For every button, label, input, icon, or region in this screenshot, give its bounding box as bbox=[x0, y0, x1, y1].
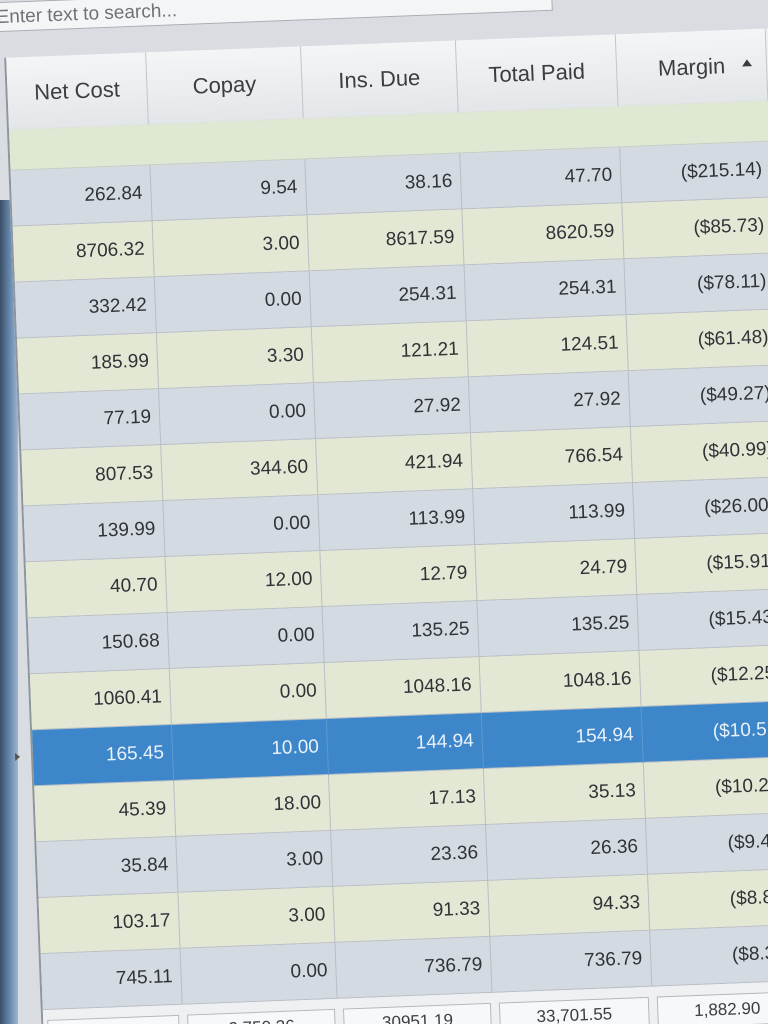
cell-margin[interactable]: ($15.43) bbox=[637, 589, 768, 651]
row-indicator-icon bbox=[14, 752, 21, 761]
cell-total-paid[interactable]: 94.33 bbox=[488, 874, 651, 937]
cell-ins-due[interactable]: 38.16 bbox=[305, 153, 463, 216]
cell-copay[interactable]: 0.00 bbox=[163, 495, 321, 558]
cell-ins-due[interactable]: 113.99 bbox=[318, 489, 476, 552]
cell-margin[interactable]: ($85.73) bbox=[622, 197, 768, 260]
cell-ins-due[interactable]: 254.31 bbox=[309, 265, 467, 328]
cell-copay[interactable]: 3.00 bbox=[152, 215, 310, 278]
column-header-label: Copay bbox=[192, 71, 257, 99]
cell-ins-due[interactable]: 27.92 bbox=[313, 377, 471, 440]
column-header-ins-due[interactable]: Ins. Due bbox=[301, 40, 459, 119]
screen: Net Cost Copay Ins. Due Total Paid Margi… bbox=[0, 0, 768, 1024]
cell-net-cost[interactable]: 45.39 bbox=[34, 780, 177, 843]
cell-margin[interactable]: ($10.51) bbox=[641, 701, 768, 763]
cell-net-cost[interactable]: 807.53 bbox=[21, 445, 164, 507]
cell-ins-due[interactable]: 8617.59 bbox=[307, 209, 465, 272]
cell-total-paid[interactable]: 35.13 bbox=[483, 762, 646, 825]
total-margin: 1,882.90 bbox=[656, 991, 768, 1024]
cell-net-cost[interactable]: 77.19 bbox=[19, 389, 162, 451]
cell-copay[interactable]: 3.00 bbox=[176, 830, 334, 893]
cell-copay[interactable]: 344.60 bbox=[161, 439, 319, 502]
cell-copay[interactable]: 10.00 bbox=[171, 718, 329, 781]
cell-total-paid[interactable]: 24.79 bbox=[475, 539, 638, 602]
cell-ins-due[interactable]: 91.33 bbox=[333, 880, 491, 943]
cell-net-cost[interactable]: 8706.32 bbox=[12, 221, 155, 283]
cell-net-cost[interactable]: 35.84 bbox=[36, 836, 179, 899]
cell-net-cost[interactable]: 1060.41 bbox=[29, 668, 172, 731]
cell-net-cost[interactable]: 103.17 bbox=[38, 892, 181, 955]
column-header-copay[interactable]: Copay bbox=[146, 46, 304, 125]
column-header-label: Ins. Due bbox=[337, 64, 421, 94]
cell-total-paid[interactable]: 26.36 bbox=[486, 818, 649, 881]
total-paid: 33,701.55 bbox=[498, 996, 650, 1024]
cell-total-paid[interactable]: 766.54 bbox=[470, 427, 634, 490]
cell-total-paid[interactable]: 154.94 bbox=[481, 706, 644, 769]
column-header-net-cost[interactable]: Net Cost bbox=[6, 52, 149, 130]
search-input[interactable] bbox=[0, 0, 517, 31]
cell-margin[interactable]: ($215.14) bbox=[620, 141, 768, 204]
cell-margin[interactable]: ($8.32) bbox=[650, 924, 768, 987]
cell-net-cost[interactable]: 332.42 bbox=[14, 277, 157, 339]
cell-net-cost[interactable]: 40.70 bbox=[25, 557, 168, 619]
cell-copay[interactable]: 0.00 bbox=[169, 663, 327, 725]
cell-total-paid[interactable]: 113.99 bbox=[473, 483, 636, 546]
cell-margin[interactable]: ($40.99) bbox=[630, 421, 768, 484]
cell-ins-due[interactable]: 121.21 bbox=[311, 321, 469, 384]
sort-ascending-icon bbox=[741, 59, 753, 67]
total-ins-due: 30951.19 bbox=[342, 1002, 493, 1024]
cell-margin[interactable]: ($8.84) bbox=[648, 869, 768, 931]
cell-ins-due[interactable]: 736.79 bbox=[335, 936, 493, 999]
cell-net-cost[interactable]: 165.45 bbox=[32, 724, 175, 787]
cell-total-paid[interactable]: 254.31 bbox=[464, 259, 627, 322]
cell-total-paid[interactable]: 736.79 bbox=[490, 930, 653, 993]
cell-net-cost[interactable]: 745.11 bbox=[40, 948, 183, 1011]
cell-copay[interactable]: 3.00 bbox=[178, 886, 336, 949]
cell-total-paid[interactable]: 124.51 bbox=[466, 315, 629, 378]
cell-net-cost[interactable]: 262.84 bbox=[10, 165, 153, 227]
search-bar bbox=[0, 0, 553, 33]
cell-copay[interactable]: 0.00 bbox=[154, 271, 312, 334]
total-net-cost: 31,818.56 bbox=[47, 1014, 181, 1024]
cell-margin[interactable]: ($78.11) bbox=[624, 253, 768, 316]
cell-margin[interactable]: ($9.48) bbox=[645, 813, 768, 875]
column-header-total-paid[interactable]: Total Paid bbox=[455, 34, 619, 113]
cell-copay[interactable]: 12.00 bbox=[165, 551, 323, 614]
cell-total-paid[interactable]: 135.25 bbox=[477, 594, 640, 658]
cell-net-cost[interactable]: 139.99 bbox=[23, 501, 166, 563]
cell-ins-due[interactable]: 12.79 bbox=[320, 545, 478, 608]
cell-margin[interactable]: ($26.00) bbox=[633, 477, 768, 540]
cell-copay[interactable]: 0.00 bbox=[159, 383, 317, 446]
cell-margin[interactable]: ($15.91) bbox=[635, 533, 768, 595]
cell-margin[interactable]: ($49.27) bbox=[628, 365, 768, 428]
cell-total-paid[interactable]: 8620.59 bbox=[462, 203, 625, 266]
cell-total-paid[interactable]: 27.92 bbox=[468, 371, 631, 434]
cell-margin[interactable]: ($61.48) bbox=[626, 309, 768, 372]
cell-copay[interactable]: 9.54 bbox=[150, 159, 308, 222]
cell-total-paid[interactable]: 47.70 bbox=[460, 147, 623, 210]
cell-copay[interactable]: 3.30 bbox=[156, 327, 314, 390]
cell-copay[interactable]: 18.00 bbox=[174, 774, 332, 837]
grid-window: Net Cost Copay Ins. Due Total Paid Margi… bbox=[0, 0, 768, 1024]
column-header-margin[interactable]: Margin bbox=[615, 28, 768, 107]
cell-net-cost[interactable]: 185.99 bbox=[17, 333, 160, 395]
cell-ins-due[interactable]: 17.13 bbox=[328, 768, 487, 831]
cell-copay[interactable]: 0.00 bbox=[180, 942, 338, 1005]
cell-ins-due[interactable]: 135.25 bbox=[322, 601, 480, 664]
total-copay: 2,750.36 bbox=[187, 1008, 337, 1024]
cell-copay[interactable]: 0.00 bbox=[167, 607, 325, 669]
column-header-label: Margin bbox=[657, 53, 726, 81]
cell-ins-due[interactable]: 421.94 bbox=[316, 433, 474, 496]
cell-total-paid[interactable]: 1048.16 bbox=[479, 650, 642, 714]
cell-margin[interactable]: ($12.25) bbox=[639, 645, 768, 707]
cell-ins-due[interactable]: 1048.16 bbox=[324, 657, 482, 719]
cell-net-cost[interactable]: 150.68 bbox=[27, 613, 170, 675]
data-grid: Net Cost Copay Ins. Due Total Paid Margi… bbox=[4, 28, 768, 1024]
cell-ins-due[interactable]: 23.36 bbox=[331, 824, 489, 887]
cell-margin[interactable]: ($10.26) bbox=[643, 757, 768, 819]
column-header-label: Net Cost bbox=[33, 76, 121, 105]
cell-ins-due[interactable]: 144.94 bbox=[326, 713, 484, 775]
column-header-label: Total Paid bbox=[487, 58, 586, 88]
